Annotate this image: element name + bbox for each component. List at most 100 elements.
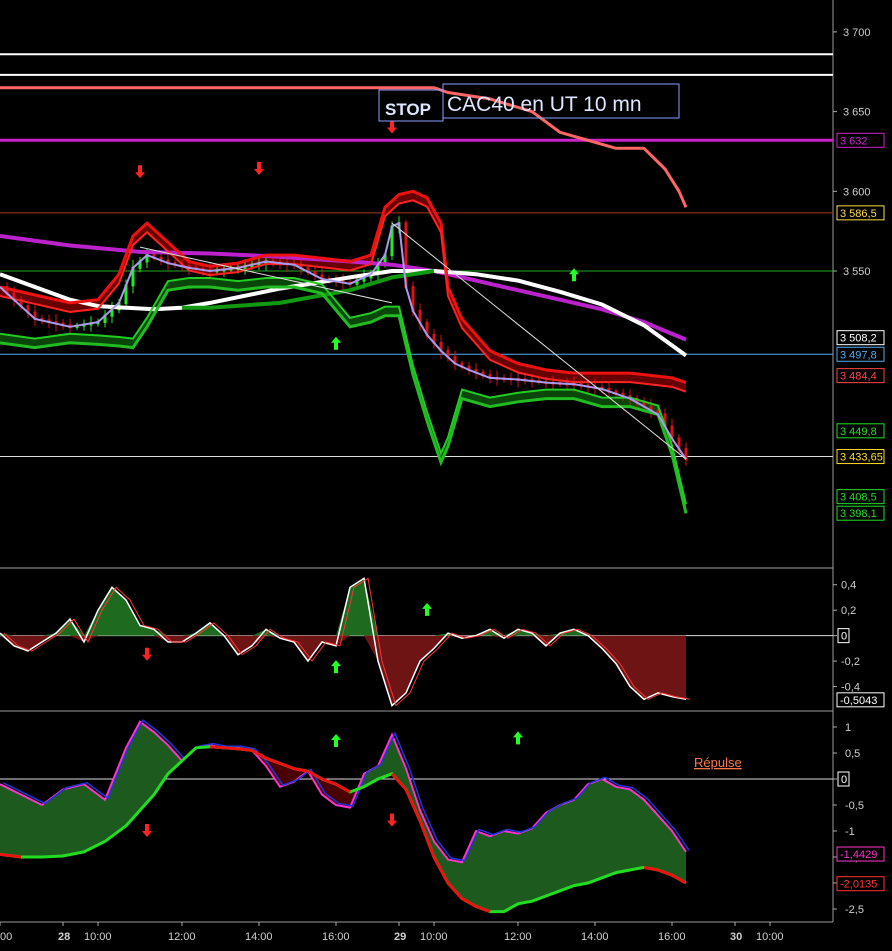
price-tick-label-0: 3 550 — [843, 266, 871, 278]
osc-tick-label-0: 0,4 — [841, 580, 856, 592]
rep-fill-segment — [21, 794, 28, 857]
osc-negative-area — [0, 635, 686, 706]
price-tick-label-3: 3 700 — [843, 27, 871, 39]
rep-signal-arrow-2 — [387, 813, 397, 827]
rep-signal-arrow-0 — [142, 824, 152, 837]
price-label-0: 3 508,2 — [840, 333, 877, 345]
time-axis: 00 28 10:00 12:00 14:00 16:00 29 10:00 12:00 14:0… — [0, 922, 784, 943]
time-tick-label-8: 12:00 — [504, 931, 532, 943]
time-tick-label-11: 30 — [730, 931, 742, 943]
rep-fill-segment — [511, 832, 518, 908]
rep-fill-segment — [91, 789, 98, 849]
price-tick-label-2: 3 650 — [843, 107, 871, 119]
rep-fill-segment — [98, 794, 105, 845]
time-tick-label-1: 28 — [58, 931, 70, 943]
rep-fill-segment — [49, 794, 56, 857]
stop-label: STOP — [385, 100, 431, 119]
oscillator-panel — [0, 577, 833, 707]
rep-fill-segment — [602, 779, 609, 878]
repulse-annotation: Répulse — [694, 755, 742, 770]
osc-tick-label-4: -0,4 — [841, 682, 860, 694]
time-tick-label-6: 29 — [394, 931, 406, 943]
osc-tick-label-3: -0,2 — [841, 656, 860, 668]
time-tick-label-10: 16:00 — [658, 931, 686, 943]
price-tick-label-1: 3 600 — [843, 186, 871, 198]
rep-signal-arrow-3 — [513, 731, 523, 745]
rep-tick-label-4: -1 — [845, 826, 855, 838]
hline-label-6: 3 433,65 — [840, 452, 883, 464]
rep-fill-segment — [63, 787, 70, 856]
rep-fill-segment — [0, 784, 7, 856]
rep-fill-segment — [7, 787, 14, 857]
rep-fill-segment — [518, 831, 525, 904]
time-tick-label-12: 10:00 — [756, 931, 784, 943]
time-tick-label-0: 00 — [0, 931, 12, 943]
rep-fill-segment — [497, 831, 504, 912]
rep-fill-segment — [504, 831, 511, 912]
osc-signal-arrow-0 — [142, 647, 152, 661]
rep-fill-segment — [28, 798, 35, 857]
rep-fill-segment — [609, 782, 616, 876]
rep-slow-down-segment — [223, 746, 239, 751]
rep-last-label-1: -2,0135 — [840, 879, 877, 891]
rep-fill-segment — [623, 788, 630, 872]
rep-fill-segment — [637, 794, 644, 869]
time-tick-label-2: 10:00 — [84, 931, 112, 943]
osc-signal-arrow-2 — [422, 602, 432, 616]
rep-fill-segment — [553, 805, 560, 894]
time-tick-label-4: 14:00 — [245, 931, 273, 943]
rep-fill-segment — [56, 789, 63, 857]
rep-signal-arrow-1 — [331, 734, 341, 747]
rep-fill-segment — [546, 808, 553, 896]
rep-fill-segment — [532, 820, 539, 902]
osc-positive-area — [0, 578, 686, 636]
rep-fill-segment — [644, 799, 651, 869]
rep-tick-label-3: -0,5 — [845, 800, 864, 812]
rep-fill-segment — [658, 815, 665, 873]
rep-fill-segment — [147, 727, 154, 803]
rep-fill-segment — [70, 785, 77, 855]
rep-fill-segment — [77, 784, 84, 854]
osc-line — [0, 577, 687, 707]
rep-tick-label-0: 1 — [845, 722, 851, 734]
rep-fill-segment — [574, 792, 581, 886]
chart-stage: 3 550 3 600 3 650 3 700 3 632 3 586,5 3 497,8 3… — [0, 0, 885, 943]
rep-tick-label-7: -2,5 — [845, 904, 864, 916]
osc-last-label: -0,5043 — [840, 695, 877, 707]
price-label-3: 3 408,5 — [840, 492, 877, 504]
time-tick-label-3: 12:00 — [168, 931, 196, 943]
osc-signal-arrow-1 — [331, 660, 341, 674]
price-axis: 3 550 3 600 3 650 3 700 3 632 3 586,5 3 497,8 3… — [833, 27, 885, 521]
rep-fill-segment — [476, 831, 483, 909]
rep-fill-segment — [616, 786, 623, 873]
rep-zero-label: 0 — [841, 774, 847, 786]
rep-slow-down-segment — [209, 745, 225, 750]
rep-fill-segment — [35, 801, 42, 857]
rep-fill-segment — [588, 781, 595, 883]
time-tick-label-9: 14:00 — [581, 931, 609, 943]
rep-fill-segment — [539, 812, 546, 899]
time-tick-label-7: 10:00 — [420, 931, 448, 943]
repulse-panel — [0, 719, 833, 914]
rep-fill-segment — [581, 784, 588, 885]
chart-title: CAC40 en UT 10 mn — [447, 93, 642, 116]
oscillator-axis: 0,4 0,2 -0,2 -0,4 0 -0,5043 — [833, 580, 885, 708]
price-label-1: 3 484,4 — [840, 371, 877, 383]
hline-label-5: 3 497,8 — [840, 349, 877, 361]
rep-fill-segment — [490, 833, 497, 912]
rep-fill-segment — [140, 721, 147, 811]
rep-last-label-0: -1,4429 — [840, 849, 877, 861]
hline-label-3: 3 586,5 — [840, 208, 877, 220]
rep-fill-segment — [483, 833, 490, 912]
rep-fill-segment — [525, 828, 532, 903]
time-tick-label-5: 16:00 — [322, 931, 350, 943]
repulse-axis: 10,5-0,5-1-1,5-2-2,50-1,4429-2,0135 — [833, 722, 885, 916]
rep-tick-label-1: 0,5 — [845, 748, 860, 760]
rep-fill-segment — [595, 779, 602, 881]
rep-fill-segment — [630, 789, 637, 870]
rep-fill-segment — [567, 799, 574, 889]
rep-fill-segment — [84, 784, 91, 852]
rep-fill-segment — [651, 807, 658, 870]
rep-fill-segment — [42, 799, 49, 857]
rep-fill-segment — [14, 791, 21, 857]
